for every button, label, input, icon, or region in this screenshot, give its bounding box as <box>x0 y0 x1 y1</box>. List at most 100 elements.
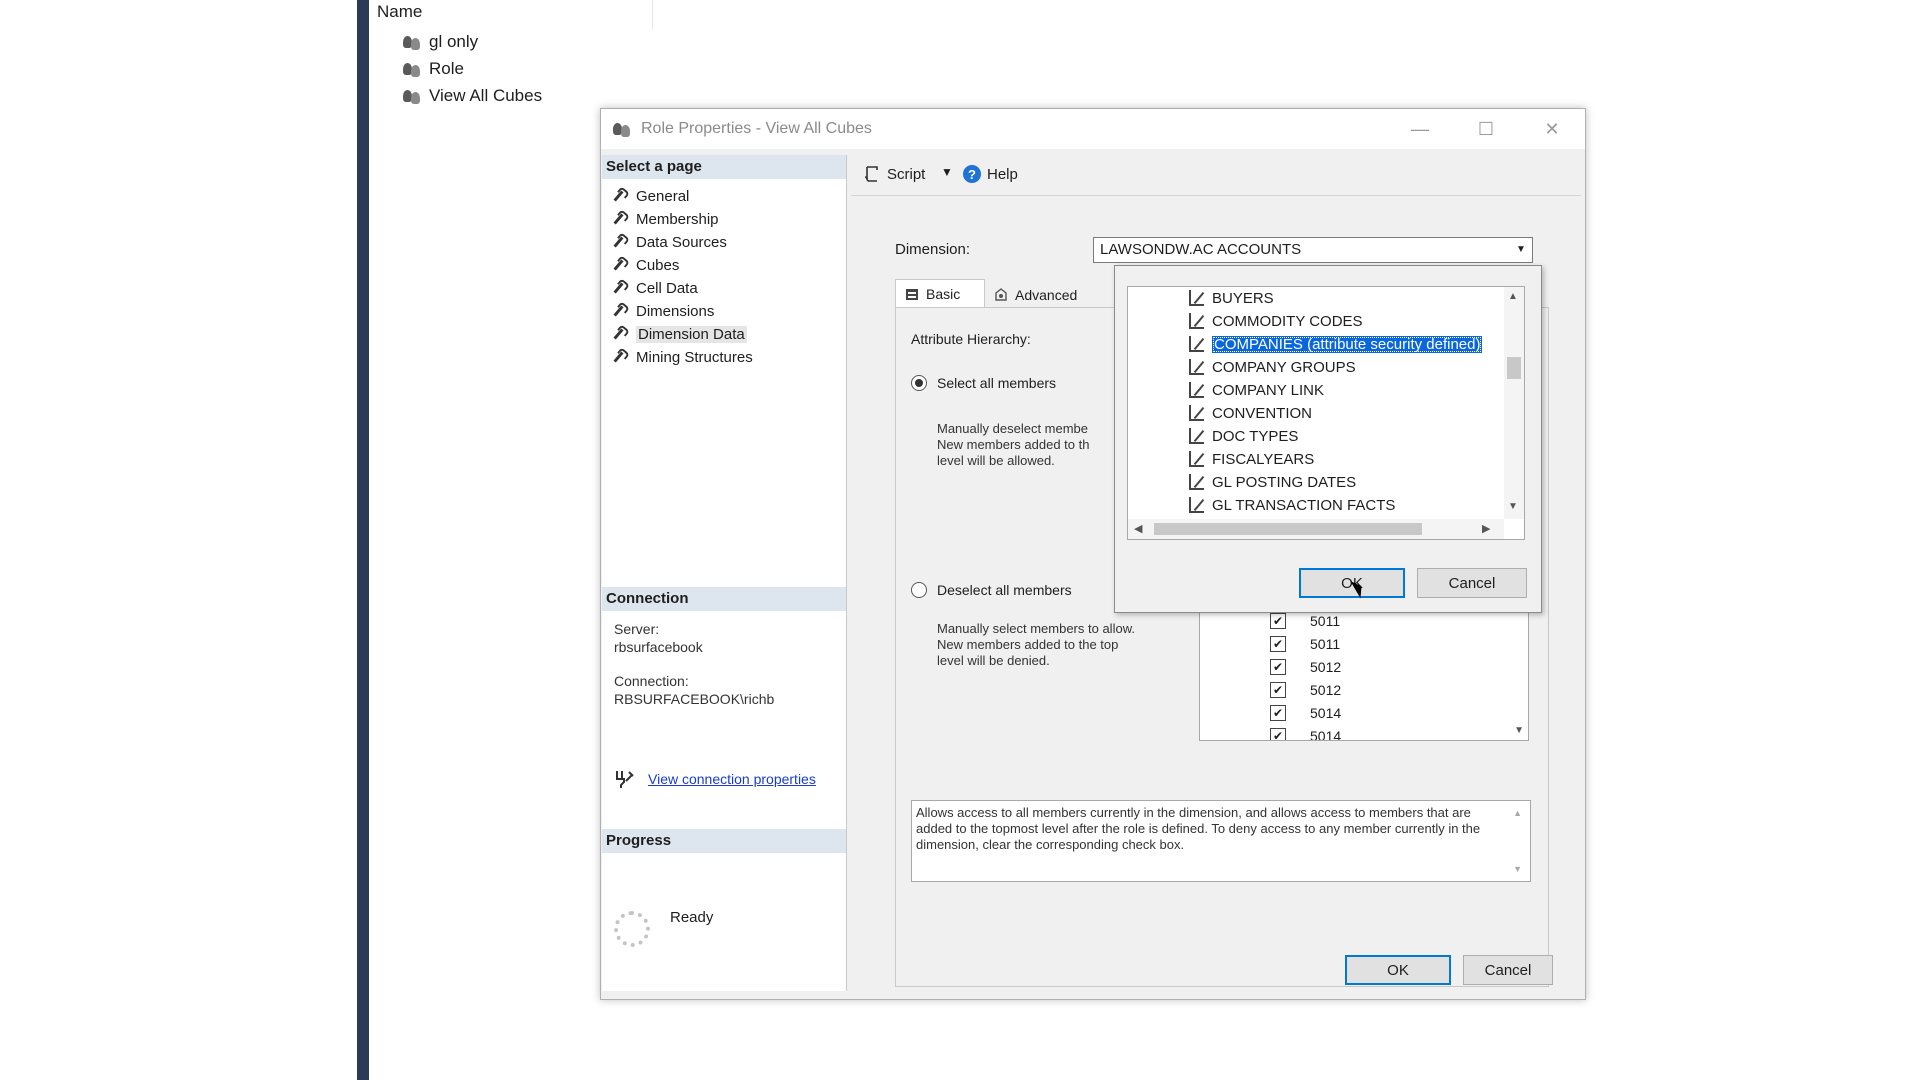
description-text: Allows access to all members currently i… <box>916 805 1481 852</box>
page-item-label: Cubes <box>636 256 680 274</box>
member-checkbox[interactable]: ✔ <box>1270 728 1286 740</box>
page-item-label: Mining Structures <box>636 348 753 366</box>
attribute-hierarchy-icon <box>1188 290 1205 306</box>
page-item-general[interactable]: General <box>612 185 689 207</box>
member-label: 5012 <box>1310 659 1342 675</box>
page-item-dimension-data[interactable]: Dimension Data <box>612 323 747 345</box>
attribute-hierarchy-icon <box>1188 474 1205 490</box>
chevron-down-icon[interactable]: ▼ <box>1512 240 1530 260</box>
dimension-combobox[interactable]: LAWSONDW.AC ACCOUNTS ▼ <box>1093 237 1533 263</box>
member-checkbox[interactable]: ✔ <box>1270 636 1286 652</box>
tree-node-role[interactable]: Role <box>403 59 464 79</box>
select-all-members-radio[interactable]: Select all members <box>911 375 1056 391</box>
scroll-down-icon[interactable]: ▼ <box>1508 501 1518 512</box>
tree-node-role[interactable]: View All Cubes <box>403 86 542 106</box>
page-item-cubes[interactable]: Cubes <box>612 254 679 276</box>
scroll-up-icon[interactable]: ▲ <box>1508 291 1518 302</box>
member-label: 5012 <box>1310 682 1342 698</box>
vertical-scrollbar[interactable]: ▲ ▼ <box>1504 287 1524 519</box>
attribute-hierarchy-label: COMPANIES (attribute security defined) <box>1212 335 1483 353</box>
progress-status: Ready <box>670 909 714 926</box>
member-row[interactable]: ✔ 5011 <box>1270 636 1340 652</box>
connection-header: Connection <box>602 587 846 611</box>
attribute-hierarchy-item[interactable]: COMMODITY CODES <box>1188 311 1363 331</box>
deselect-all-label: Deselect all members <box>937 582 1072 598</box>
window-title: Role Properties - View All Cubes <box>641 120 872 137</box>
horizontal-scrollbar[interactable]: ◀ ▶ <box>1128 519 1504 539</box>
script-button[interactable]: Script <box>863 165 925 183</box>
member-row[interactable]: ✔ 5011 <box>1270 613 1340 629</box>
page-item-mining-structures[interactable]: Mining Structures <box>612 346 753 368</box>
member-checkbox[interactable]: ✔ <box>1270 613 1286 629</box>
scroll-down-icon[interactable]: ▼ <box>1514 725 1524 736</box>
radio-button-checked[interactable] <box>911 375 927 391</box>
attribute-hierarchy-label: DOC TYPES <box>1212 427 1299 445</box>
role-icon <box>403 34 421 50</box>
member-checkbox[interactable]: ✔ <box>1270 682 1286 698</box>
popup-cancel-button[interactable]: Cancel <box>1417 568 1527 598</box>
attribute-hierarchy-label: COMPANY GROUPS <box>1212 358 1356 376</box>
view-connection-properties-link[interactable]: View connection properties <box>648 771 816 787</box>
attribute-hierarchy-icon <box>1188 313 1205 329</box>
maximize-button[interactable]: ☐ <box>1453 109 1519 149</box>
scroll-up-icon[interactable]: ▲ <box>1513 805 1522 821</box>
page-selector-pane: Select a page General Membership Data Sour… <box>602 155 847 991</box>
attribute-hierarchy-item[interactable]: GL TRANSACTION FACTS <box>1188 495 1395 515</box>
deselect-all-members-radio[interactable]: Deselect all members <box>911 582 1072 598</box>
close-button[interactable]: ✕ <box>1519 109 1585 149</box>
page-item-dimensions[interactable]: Dimensions <box>612 300 714 322</box>
attribute-hierarchy-item[interactable]: CONVENTION <box>1188 403 1312 423</box>
connection-properties-icon <box>614 769 636 793</box>
member-checkbox[interactable]: ✔ <box>1270 659 1286 675</box>
member-row[interactable]: ✔ 5012 <box>1270 682 1341 698</box>
description-textbox: Allows access to all members currently i… <box>911 800 1531 882</box>
help-button[interactable]: ? Help <box>963 165 1018 183</box>
attribute-hierarchy-item[interactable]: GL POSTING DATES <box>1188 472 1356 492</box>
wrench-icon <box>612 189 626 203</box>
help-label: Help <box>987 165 1018 183</box>
tree-node-role[interactable]: gl only <box>403 32 478 52</box>
page-item-cell-data[interactable]: Cell Data <box>612 277 698 299</box>
tree-node-label: gl only <box>429 32 479 51</box>
member-row[interactable]: ✔ 5012 <box>1270 659 1341 675</box>
scroll-left-icon[interactable]: ◀ <box>1134 522 1142 535</box>
scrollbar-thumb[interactable] <box>1507 357 1521 379</box>
attribute-hierarchy-list[interactable]: BUYERS COMMODITY CODES COMPANIES (attribut… <box>1127 286 1525 540</box>
tab-basic[interactable]: Basic <box>895 279 985 307</box>
scrollbar-thumb[interactable] <box>1154 523 1422 535</box>
help-icon: ? <box>963 165 981 183</box>
attribute-hierarchy-item[interactable]: BUYERS <box>1188 288 1274 308</box>
page-item-data-sources[interactable]: Data Sources <box>612 231 727 253</box>
title-bar[interactable]: Role Properties - View All Cubes — ☐ ✕ <box>601 109 1585 149</box>
attribute-hierarchy-item[interactable]: COMPANY GROUPS <box>1188 357 1356 377</box>
close-icon: ✕ <box>1544 118 1560 139</box>
attribute-hierarchy-icon <box>1188 451 1205 467</box>
attribute-hierarchy-item[interactable]: COMPANY LINK <box>1188 380 1324 400</box>
ok-button[interactable]: OK <box>1345 955 1451 985</box>
attribute-hierarchy-item[interactable]: COMPANIES (attribute security defined) <box>1188 334 1483 354</box>
dimension-value: LAWSONDW.AC ACCOUNTS <box>1100 241 1302 258</box>
attribute-hierarchy-item[interactable]: DOC TYPES <box>1188 426 1298 446</box>
tab-advanced[interactable]: Advanced <box>987 283 1097 307</box>
scroll-down-icon[interactable]: ▼ <box>1513 861 1522 877</box>
member-row[interactable]: ✔ 5014 <box>1270 705 1341 721</box>
attribute-hierarchy-icon <box>1188 497 1205 513</box>
select-all-label: Select all members <box>937 375 1057 391</box>
attribute-hierarchy-item[interactable]: FISCALYEARS <box>1188 449 1314 469</box>
minimize-button[interactable]: — <box>1387 109 1453 149</box>
page-item-label: Dimension Data <box>636 325 747 343</box>
attribute-hierarchy-icon <box>1188 336 1205 352</box>
member-checkbox[interactable]: ✔ <box>1270 705 1286 721</box>
script-dropdown-arrow-icon[interactable]: ▼ <box>941 165 953 179</box>
scroll-right-icon[interactable]: ▶ <box>1482 522 1490 535</box>
connection-label: Connection: <box>614 673 689 689</box>
radio-button[interactable] <box>911 582 927 598</box>
script-label: Script <box>887 165 926 183</box>
page-item-membership[interactable]: Membership <box>612 208 719 230</box>
cancel-button[interactable]: Cancel <box>1463 955 1553 985</box>
wrench-icon <box>612 281 626 295</box>
script-icon <box>864 166 878 182</box>
member-row[interactable]: ✔ 5014 <box>1270 728 1341 740</box>
tree-column-header: Name <box>377 2 423 21</box>
progress-header: Progress <box>602 829 846 853</box>
